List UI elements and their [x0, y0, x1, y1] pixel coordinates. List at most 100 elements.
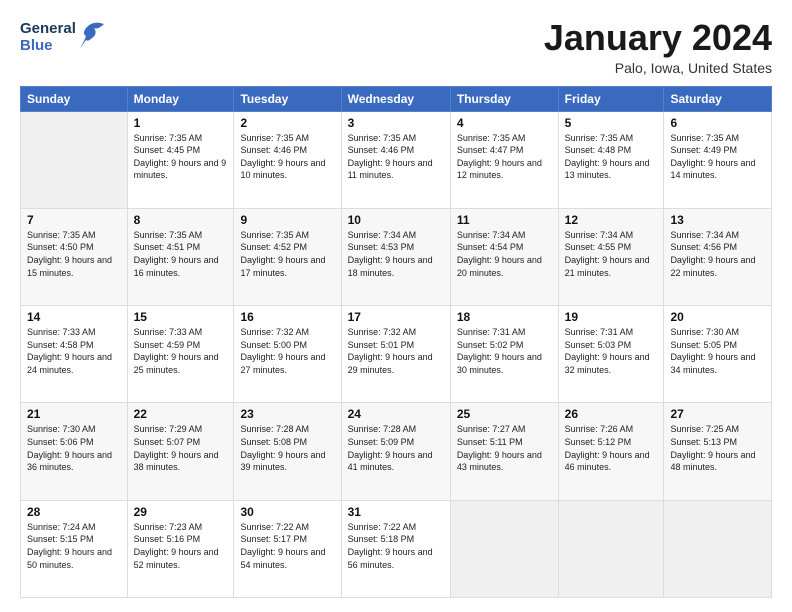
day-info: Sunrise: 7:34 AMSunset: 4:54 PMDaylight:…: [457, 229, 552, 279]
col-wednesday: Wednesday: [341, 86, 450, 111]
sunset: Sunset: 4:53 PM: [348, 242, 415, 252]
day-info: Sunrise: 7:35 AMSunset: 4:49 PMDaylight:…: [670, 132, 765, 182]
logo-blue-text: Blue: [20, 38, 76, 55]
sunset: Sunset: 4:54 PM: [457, 242, 524, 252]
day-number: 14: [27, 310, 121, 324]
table-row: 19 Sunrise: 7:31 AMSunset: 5:03 PMDayligh…: [558, 306, 664, 403]
table-row: 18Sunrise: 7:31 AMSunset: 5:02 PMDayligh…: [450, 306, 558, 403]
table-row: 1Sunrise: 7:35 AMSunset: 4:45 PMDaylight…: [127, 111, 234, 208]
sunset: Sunset: 4:55 PM: [565, 242, 632, 252]
sunset: Sunset: 4:46 PM: [348, 145, 415, 155]
day-info: Sunrise: 7:35 AMSunset: 4:51 PMDaylight:…: [134, 229, 228, 279]
sunrise: Sunrise: 7:35 AM: [670, 133, 739, 143]
table-row: 14Sunrise: 7:33 AMSunset: 4:58 PMDayligh…: [21, 306, 128, 403]
sunrise: Sunrise: 7:27 AM: [457, 424, 526, 434]
col-friday: Friday: [558, 86, 664, 111]
day-number: 13: [670, 213, 765, 227]
day-number: 18: [457, 310, 552, 324]
sunrise: Sunrise: 7:30 AM: [670, 327, 739, 337]
daylight-hours: Daylight: 9 hours and 39 minutes.: [240, 450, 325, 473]
sunrise: Sunrise: 7:34 AM: [565, 230, 634, 240]
sunrise: Sunrise: 7:31 AM: [565, 327, 634, 337]
sunset: Sunset: 4:52 PM: [240, 242, 307, 252]
table-row: 17Sunrise: 7:32 AMSunset: 5:01 PMDayligh…: [341, 306, 450, 403]
daylight-hours: Daylight: 9 hours and 17 minutes.: [240, 255, 325, 278]
day-number: 29: [134, 505, 228, 519]
day-info: Sunrise: 7:35 AMSunset: 4:48 PMDaylight:…: [565, 132, 658, 182]
daylight-hours: Daylight: 9 hours and 56 minutes.: [348, 547, 433, 570]
day-number: 11: [457, 213, 552, 227]
daylight-hours: Daylight: 9 hours and 52 minutes.: [134, 547, 219, 570]
daylight-hours: Daylight: 9 hours and 16 minutes.: [134, 255, 219, 278]
day-number: 12: [565, 213, 658, 227]
table-row: 5Sunrise: 7:35 AMSunset: 4:48 PMDaylight…: [558, 111, 664, 208]
daylight-hours: Daylight: 9 hours and 22 minutes.: [670, 255, 755, 278]
daylight-hours: Daylight: 9 hours and 27 minutes.: [240, 352, 325, 375]
day-info: Sunrise: 7:28 AMSunset: 5:09 PMDaylight:…: [348, 423, 444, 473]
day-number: 25: [457, 407, 552, 421]
table-row: 25 Sunrise: 7:27 AMSunset: 5:11 PMDayligh…: [450, 403, 558, 500]
day-number: 30: [240, 505, 334, 519]
day-number: 10: [348, 213, 444, 227]
day-info: Sunrise: 7:26 AM Sunset: 5:12 PM Daylight:…: [565, 423, 658, 473]
sunrise: Sunrise: 7:23 AM: [134, 522, 203, 532]
sunrise: Sunrise: 7:35 AM: [27, 230, 96, 240]
day-number: 24: [348, 407, 444, 421]
col-monday: Monday: [127, 86, 234, 111]
day-number: 7: [27, 213, 121, 227]
sunrise: Sunrise: 7:35 AM: [457, 133, 526, 143]
day-info: Sunrise: 7:34 AMSunset: 4:56 PMDaylight:…: [670, 229, 765, 279]
sunset: Sunset: 5:12 PM: [565, 437, 632, 447]
daylight-hours: Daylight: 9 hours and 21 minutes.: [565, 255, 650, 278]
daylight-hours: Daylight: 9 hours and 25 minutes.: [134, 352, 219, 375]
sunset: Sunset: 4:56 PM: [670, 242, 737, 252]
day-number: 3: [348, 116, 444, 130]
day-info: Sunrise: 7:31 AMSunset: 5:03 PMDaylight:…: [565, 326, 658, 376]
calendar-header-row: Sunday Monday Tuesday Wednesday Thursday…: [21, 86, 772, 111]
daylight-hours: Daylight: 9 hours and 29 minutes.: [348, 352, 433, 375]
sunrise: Sunrise: 7:32 AM: [348, 327, 417, 337]
day-info: Sunrise: 7:30 AMSunset: 5:06 PMDaylight:…: [27, 423, 121, 473]
daylight-hours: Daylight: 9 hours and 54 minutes.: [240, 547, 325, 570]
day-info: Sunrise: 7:35 AMSunset: 4:46 PMDaylight:…: [348, 132, 444, 182]
table-row: 3Sunrise: 7:35 AMSunset: 4:46 PMDaylight…: [341, 111, 450, 208]
day-info: Sunrise: 7:28 AMSunset: 5:08 PMDaylight:…: [240, 423, 334, 473]
day-info: Sunrise: 7:35 AMSunset: 4:47 PMDaylight:…: [457, 132, 552, 182]
day-number: 20: [670, 310, 765, 324]
day-info: Sunrise: 7:29 AMSunset: 5:07 PMDaylight:…: [134, 423, 228, 473]
day-info: Sunrise: 7:30 AM Sunset: 5:05 PM Daylight:…: [670, 326, 765, 376]
day-number: 21: [27, 407, 121, 421]
sunset: Sunset: 4:48 PM: [565, 145, 632, 155]
col-sunday: Sunday: [21, 86, 128, 111]
daylight-hours: Daylight: 9 hours and 14 minutes.: [670, 158, 755, 181]
table-row: 16Sunrise: 7:32 AMSunset: 5:00 PMDayligh…: [234, 306, 341, 403]
table-row: 29 Sunrise: 7:23 AM Sunset: 5:16 PM Dayligh…: [127, 500, 234, 597]
day-number: 19: [565, 310, 658, 324]
calendar-week-row: 7 Sunrise: 7:35 AM Sunset: 4:50 PM Daylight…: [21, 208, 772, 305]
sunrise: Sunrise: 7:26 AM: [565, 424, 634, 434]
sunset: Sunset: 4:50 PM: [27, 242, 94, 252]
day-number: 4: [457, 116, 552, 130]
sunrise: Sunrise: 7:31 AM: [457, 327, 526, 337]
sunrise: Sunrise: 7:28 AM: [348, 424, 417, 434]
sunrise: Sunrise: 7:35 AM: [348, 133, 417, 143]
day-info: Sunrise: 7:34 AM Sunset: 4:55 PM Daylight:…: [565, 229, 658, 279]
table-row: 20 Sunrise: 7:30 AM Sunset: 5:05 PM Dayligh…: [664, 306, 772, 403]
sunset: Sunset: 5:05 PM: [670, 340, 737, 350]
table-row: [21, 111, 128, 208]
daylight-hours: Daylight: 9 hours and 46 minutes.: [565, 450, 650, 473]
table-row: 24Sunrise: 7:28 AMSunset: 5:09 PMDayligh…: [341, 403, 450, 500]
sunset: Sunset: 5:08 PM: [240, 437, 307, 447]
logo-general-text: General: [20, 21, 76, 38]
table-row: 21 Sunrise: 7:30 AMSunset: 5:06 PMDayligh…: [21, 403, 128, 500]
day-info: Sunrise: 7:35 AMSunset: 4:45 PMDaylight:…: [134, 132, 228, 182]
sunset: Sunset: 5:16 PM: [134, 534, 201, 544]
sunset: Sunset: 5:09 PM: [348, 437, 415, 447]
daylight-hours: Daylight: 9 hours and 34 minutes.: [670, 352, 755, 375]
calendar-week-row: 21 Sunrise: 7:30 AMSunset: 5:06 PMDayligh…: [21, 403, 772, 500]
day-info: Sunrise: 7:27 AMSunset: 5:11 PMDaylight:…: [457, 423, 552, 473]
table-row: 23Sunrise: 7:28 AMSunset: 5:08 PMDayligh…: [234, 403, 341, 500]
table-row: 12 Sunrise: 7:34 AM Sunset: 4:55 PM Dayligh…: [558, 208, 664, 305]
title-section: January 2024 Palo, Iowa, United States: [544, 18, 772, 76]
sunrise: Sunrise: 7:25 AM: [670, 424, 739, 434]
